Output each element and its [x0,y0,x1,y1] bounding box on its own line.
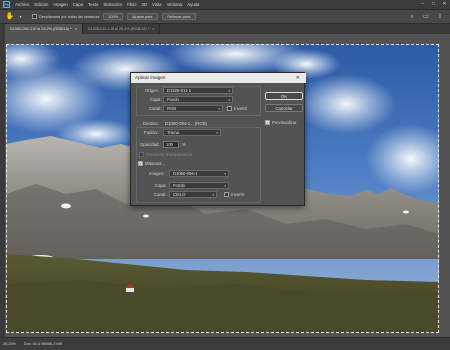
close-icon[interactable]: ✕ [296,73,300,83]
canal-select[interactable]: RGB ▾ [163,105,223,112]
tab-close-icon[interactable]: × [75,27,77,31]
capa-select[interactable]: Fondo ▾ [163,96,233,103]
canal-value: RGB [167,106,177,111]
menu-ventana[interactable]: Ventana [167,2,183,7]
mask-imagen-select[interactable]: D1060-094-1 ▾ [169,170,229,177]
fill-screen-button[interactable]: Rellenar pant. [162,13,197,20]
chevron-down-icon: ▾ [218,107,220,111]
destino-value: D1060-094-1... (RGB) [165,121,208,126]
capa-label: Capa: [150,97,162,102]
search-icon[interactable]: ⌕ [408,13,416,21]
doc-size-info[interactable]: Doc: 81,4 MB/86,2 MB [24,342,62,346]
zoom-level[interactable]: 25,25% [3,342,16,346]
menu-texto[interactable]: Texto [88,2,98,7]
capa-value: Fondo [167,97,179,102]
window-controls: – □ ✕ [420,1,447,7]
menu-3d[interactable]: 3D [142,2,148,7]
tab-document-2[interactable]: D1528-011-1.tif al 25,3% (RGB/16) * × [83,24,161,34]
menu-seleccion[interactable]: Selección [103,2,122,7]
tools-panel [0,24,5,337]
menu-ayuda[interactable]: Ayuda [187,2,199,7]
chevron-down-icon: ▾ [224,172,226,176]
source-invert-checkbox[interactable] [227,106,232,111]
fusion-label: Fusión: [144,130,159,135]
dialog-title: Aplicar imagen [131,73,306,83]
chevron-down-icon: ▾ [216,131,218,135]
mask-canal-label: Canal: [154,192,167,197]
menu-edicion[interactable]: Edición [34,2,48,7]
tab-label: D1528-011-1.tif al 25,3% (RGB/16) * [87,27,150,31]
tab-document-active[interactable]: D1060-094-1.tif al 25,2% (RGB/16) * × [5,24,83,34]
origen-value: D1528-011-1 [167,88,192,93]
mask-capa-label: Capa: [155,183,167,188]
menu-capa[interactable]: Capa [73,2,83,7]
mask-invert-label: Invertir [231,192,245,197]
mask-capa-select[interactable]: Fondo ▾ [169,182,229,189]
chevron-down-icon: ▾ [228,89,230,93]
mask-checkbox[interactable]: ✓ [138,161,143,166]
mask-imagen-value: D1060-094-1 [173,171,198,176]
menu-filtro[interactable]: Filtro [127,2,137,7]
options-bar: ✋ ▾ Desplazarse por todas las ventanas 1… [0,9,450,24]
hand-tool-icon[interactable]: ✋ [5,12,15,22]
scroll-all-windows-label: Desplazarse por todas las ventanas [39,14,100,19]
app-logo: Ps [3,1,10,8]
tab-close-icon[interactable]: × [152,27,154,31]
mascara-label: Máscara... [145,161,166,166]
ok-button[interactable]: OK [265,92,303,100]
mask-canal-value: CIELO [173,192,186,197]
fusion-value: Trama [167,130,179,135]
menu-bar: Ps Archivo Edición Imagen Capa Texto Sel… [0,0,450,9]
mask-imagen-label: Imagen: [149,171,165,176]
tool-dropdown-icon[interactable]: ▾ [18,12,23,22]
scroll-all-windows-checkbox[interactable] [32,14,37,19]
origen-label: Origen: [145,88,160,93]
menu-archivo[interactable]: Archivo [15,2,29,7]
chevron-down-icon: ▾ [228,98,230,102]
mask-capa-value: Fondo [173,183,185,188]
fit-screen-button[interactable]: Ajustar pant. [127,13,159,20]
workspace-icon[interactable]: ▭ [422,13,430,21]
preserve-transparency-label: Preservar transparencia [146,152,192,157]
chevron-down-icon: ▾ [212,193,214,197]
mask-canal-select[interactable]: CIELO ▾ [169,191,217,198]
opacidad-input[interactable]: 100 [163,141,179,148]
zoom-100-button[interactable]: 100% [103,13,124,20]
document-tabs: D1060-094-1.tif al 25,2% (RGB/16) * × D15… [5,24,450,34]
origen-select[interactable]: D1528-011-1 ▾ [163,87,233,94]
opacidad-unit: % [182,142,186,147]
mask-invert-checkbox[interactable] [224,192,229,197]
share-icon[interactable]: ⇪ [436,13,444,21]
fusion-select[interactable]: Trama ▾ [163,129,221,136]
status-bar: 25,25% Doc: 81,4 MB/86,2 MB [0,337,450,350]
maximize-icon[interactable]: □ [431,1,436,7]
minimize-icon[interactable]: – [420,1,425,7]
chevron-down-icon: ▾ [224,184,226,188]
apply-image-dialog: Aplicar imagen ✕ Origen: D1528-011-1 ▾ Ca… [130,72,306,206]
destino-label: Destino: [143,121,159,126]
opacidad-label: Opacidad: [140,142,160,147]
menu-vista[interactable]: Vista [152,2,161,7]
preserve-transparency-checkbox[interactable] [139,152,144,157]
close-icon[interactable]: ✕ [442,1,447,7]
preview-checkbox[interactable]: ✓ [265,120,270,125]
canal-label: Canal: [149,106,162,111]
menu-imagen[interactable]: Imagen [53,2,67,7]
tab-label: D1060-094-1.tif al 25,2% (RGB/16) * [10,27,72,31]
cancel-button[interactable]: Cancelar [265,104,303,112]
source-invert-label: Invertir [234,106,248,111]
options-right-icons: ⌕ ▭ ⇪ [408,13,444,21]
preview-label: Previsualizar [272,120,297,125]
